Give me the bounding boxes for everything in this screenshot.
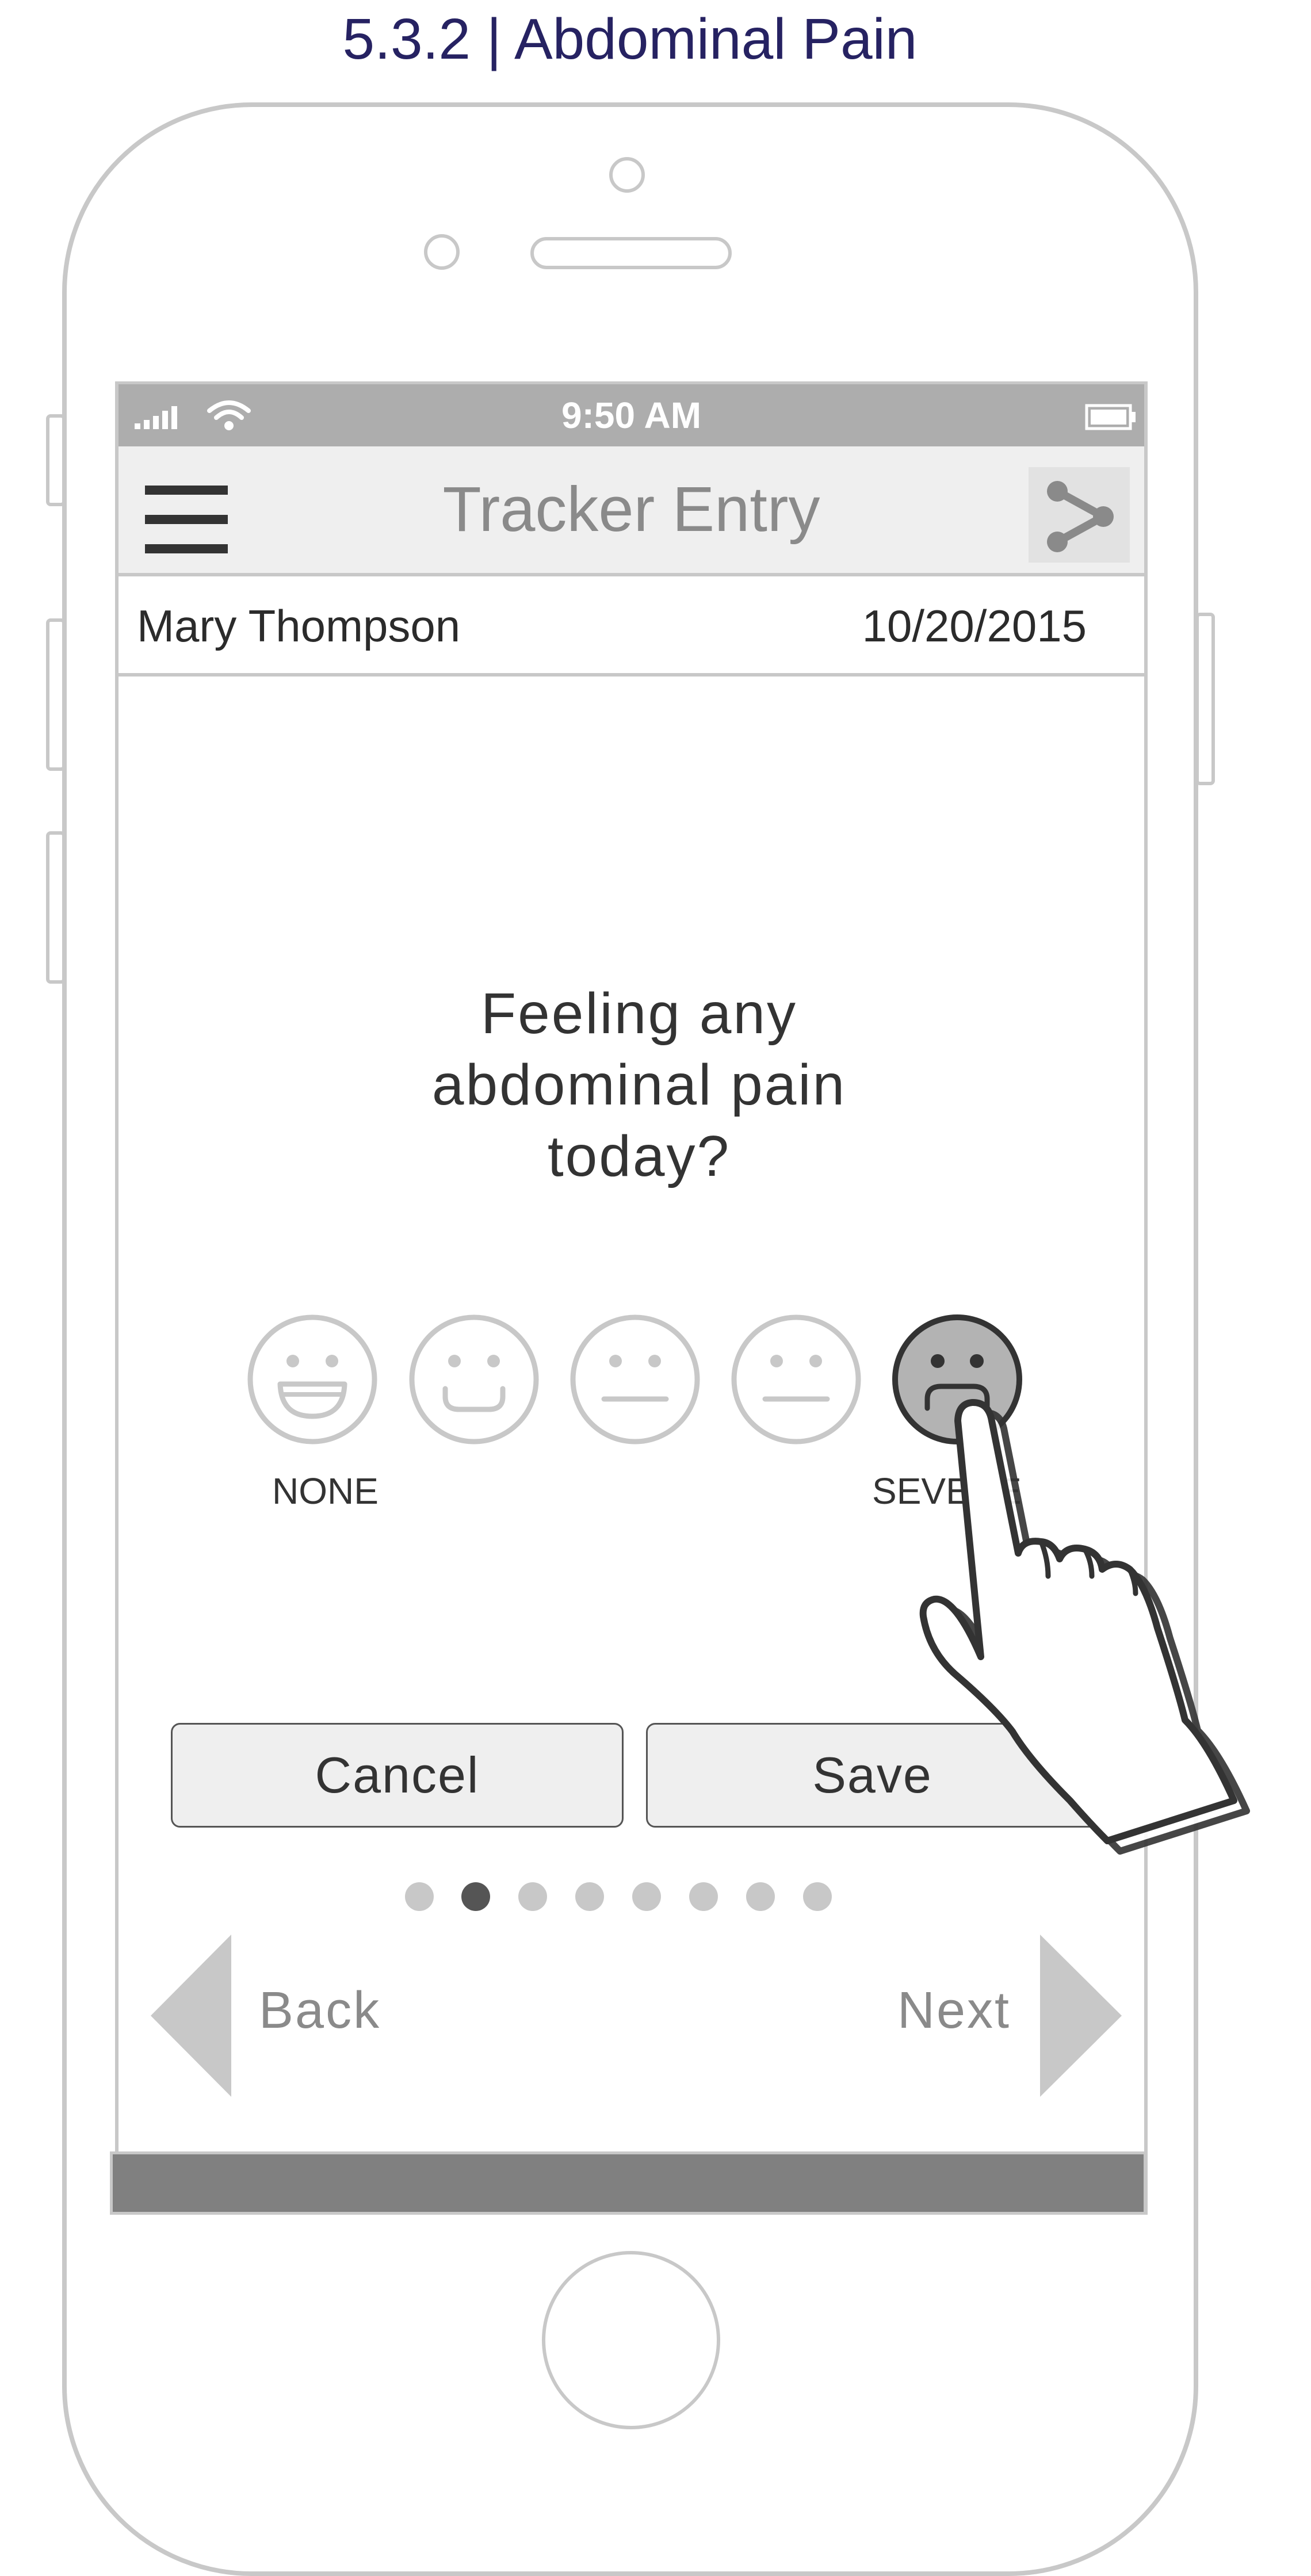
status-time: 9:50 AM: [561, 395, 702, 436]
status-bar: 9:50 AM: [119, 384, 1144, 446]
page-dot[interactable]: [803, 1882, 832, 1911]
next-button[interactable]: Next: [897, 1979, 1011, 2042]
share-icon: [1047, 481, 1114, 552]
page-dot[interactable]: [575, 1882, 604, 1911]
back-arrow-icon[interactable]: [151, 1935, 232, 2097]
mute-switch: [46, 414, 66, 506]
neutral-face-icon[interactable]: [729, 1313, 863, 1446]
question-line: today?: [547, 1124, 731, 1188]
front-camera: [424, 234, 460, 270]
nav-title: Tracker Entry: [442, 474, 820, 545]
neutral-face-icon[interactable]: [568, 1313, 702, 1446]
home-button[interactable]: [542, 2251, 720, 2429]
back-button[interactable]: Back: [259, 1979, 381, 2042]
smiling-face-icon[interactable]: [407, 1313, 541, 1446]
page-dot[interactable]: [632, 1882, 661, 1911]
share-button[interactable]: [1029, 467, 1130, 563]
page-dot[interactable]: [518, 1882, 547, 1911]
front-sensor: [609, 157, 645, 193]
entry-date: 10/20/2015: [862, 601, 1087, 651]
question-line: Feeling any: [481, 981, 797, 1046]
page-title: 5.3.2 | Abdominal Pain: [342, 7, 918, 71]
battery-icon: [1085, 404, 1136, 430]
question-text: Feeling any abdominal pain today?: [119, 978, 1160, 1192]
cancel-button[interactable]: Cancel: [171, 1723, 624, 1828]
page-dot[interactable]: [746, 1882, 775, 1911]
next-arrow-icon[interactable]: [1040, 1935, 1122, 2097]
bottom-bar: [110, 2151, 1146, 2215]
laughing-face-icon[interactable]: [246, 1313, 379, 1446]
earpiece-speaker: [530, 237, 732, 269]
page-dot[interactable]: [405, 1882, 434, 1911]
pointing-hand-icon: [919, 1399, 1250, 1855]
question-line: abdominal pain: [431, 1053, 847, 1117]
nav-bar: Tracker Entry: [119, 446, 1144, 576]
page-dot[interactable]: [689, 1882, 718, 1911]
scale-min-label: NONE: [272, 1470, 379, 1512]
page-dot-active[interactable]: [461, 1882, 490, 1911]
patient-name: Mary Thompson: [137, 601, 461, 651]
volume-down-button: [46, 831, 66, 984]
power-button: [1195, 613, 1215, 785]
volume-up-button: [46, 618, 66, 771]
patient-row: Mary Thompson 10/20/2015: [119, 580, 1144, 677]
